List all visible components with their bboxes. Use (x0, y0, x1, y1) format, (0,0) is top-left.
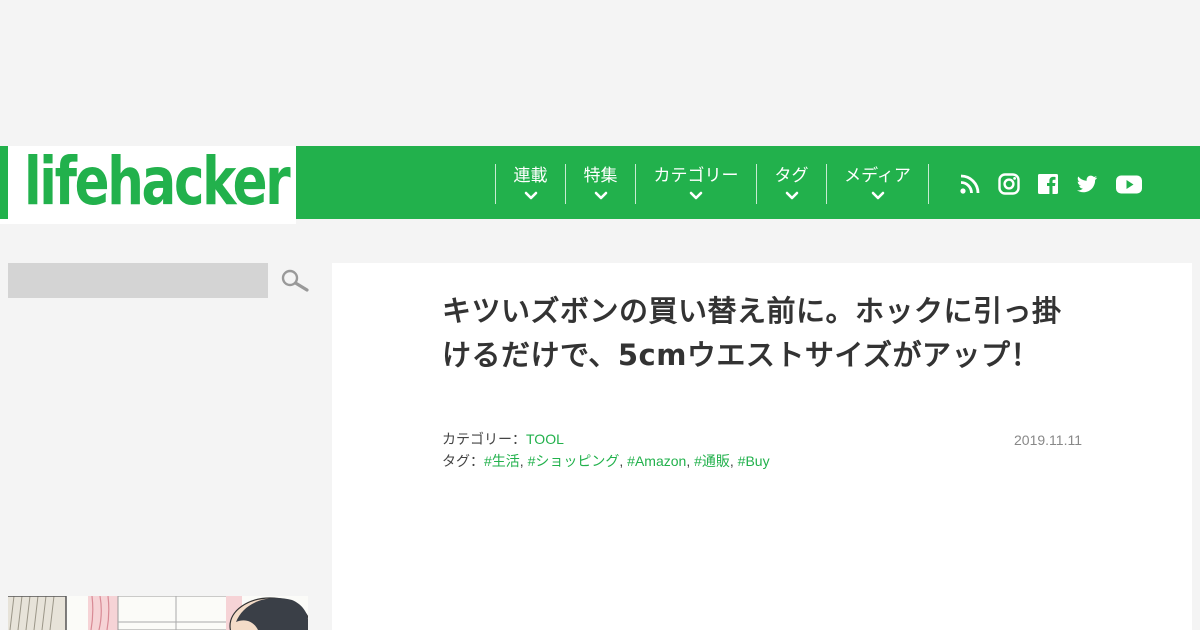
facebook-icon[interactable] (1036, 172, 1060, 196)
tags-label: タグ： (442, 453, 484, 469)
instagram-icon[interactable] (997, 172, 1021, 196)
tag-separator: , (619, 453, 628, 469)
article-title: キツいズボンの買い替え前に。ホックに引っ掛けるだけで、5cmウエストサイズがアッ… (442, 294, 1062, 372)
twitter-icon[interactable] (1075, 172, 1099, 196)
youtube-icon[interactable] (1115, 172, 1143, 196)
category-link[interactable]: TOOL (526, 431, 564, 447)
logo-accent-bar (0, 146, 8, 219)
nav-item-label: 連載 (513, 166, 548, 186)
article-card: キツいズボンの買い替え前に。ホックに引っ掛けるだけで、5cmウエストサイズがアッ… (332, 263, 1192, 630)
tag-separator: , (729, 453, 738, 469)
rss-icon[interactable] (958, 172, 982, 196)
chevron-down-icon (524, 191, 537, 200)
nav-item-label: 特集 (583, 166, 618, 186)
chevron-down-icon (594, 191, 607, 200)
nav-item-categories[interactable]: カテゴリー (635, 164, 756, 204)
nav-item-label: メディア (844, 166, 911, 186)
illustration-image (8, 596, 308, 630)
nav-item-label: タグ (774, 166, 809, 186)
chevron-down-icon (785, 191, 798, 200)
article-tags: タグ：#生活, #ショッピング, #Amazon, #通販, #Buy (442, 451, 770, 471)
nav-divider (928, 164, 929, 204)
tag-separator: , (686, 453, 695, 469)
nav-item-media[interactable]: メディア (826, 164, 928, 204)
nav-item-series[interactable]: 連載 (495, 164, 565, 204)
search-input[interactable] (8, 263, 268, 298)
sidebar-article-thumbnail[interactable] (8, 596, 308, 630)
tag-link[interactable]: #ショッピング (528, 453, 620, 469)
category-label: カテゴリー： (442, 431, 526, 447)
chevron-down-icon (871, 191, 884, 200)
tag-link[interactable]: #生活 (484, 453, 520, 469)
nav-item-features[interactable]: 特集 (565, 164, 635, 204)
nav-item-label: カテゴリー (653, 166, 739, 186)
publish-date: 2019.11.11 (1014, 432, 1082, 448)
tag-link[interactable]: #Amazon (627, 453, 686, 469)
article-category: カテゴリー：TOOL (442, 429, 564, 449)
chevron-down-icon (689, 191, 703, 200)
main-nav: 連載 特集 カテゴリー タグ メディア (296, 146, 1200, 219)
site-logo[interactable]: lifehacker (24, 140, 291, 224)
nav-item-tags[interactable]: タグ (756, 164, 826, 204)
tag-link[interactable]: #Buy (738, 453, 770, 469)
tag-separator: , (519, 453, 528, 469)
tag-link[interactable]: #通販 (694, 453, 730, 469)
search-icon[interactable] (280, 268, 310, 294)
